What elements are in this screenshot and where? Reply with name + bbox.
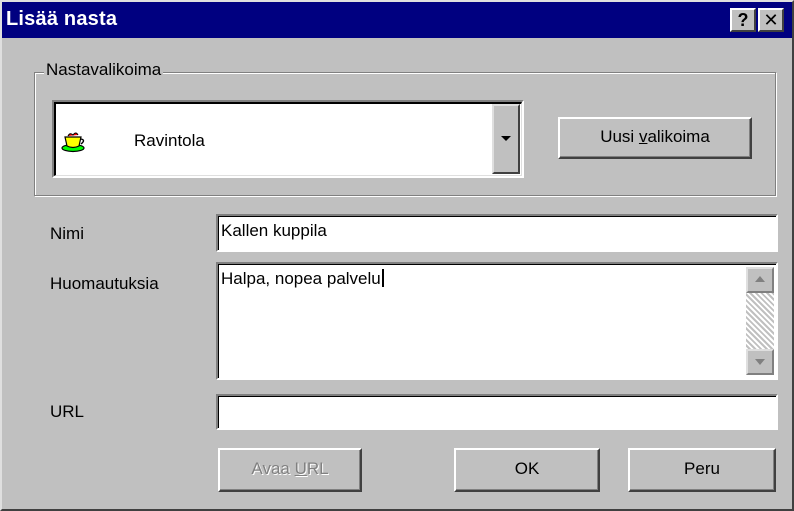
cancel-button[interactable]: Peru xyxy=(628,448,776,492)
close-icon: ✕ xyxy=(763,10,779,30)
category-value: Ravintola xyxy=(134,131,205,150)
notes-scrollbar[interactable] xyxy=(746,267,774,375)
notes-value: Halpa, nopea palvelu xyxy=(221,269,381,288)
arrow-down-icon xyxy=(755,359,765,365)
title-bar[interactable]: Lisää nasta ? ✕ xyxy=(2,2,792,38)
url-label: URL xyxy=(50,402,85,421)
notes-label: Huomautuksia xyxy=(50,274,159,293)
category-dropdown[interactable] xyxy=(52,100,524,178)
name-label: Nimi xyxy=(50,224,84,243)
restaurant-cup-icon xyxy=(61,132,85,153)
close-button[interactable]: ✕ xyxy=(758,8,784,32)
ok-button[interactable]: OK xyxy=(454,448,600,492)
scroll-down-button[interactable] xyxy=(746,349,774,375)
name-value: Kallen kuppila xyxy=(221,221,327,240)
pin-set-group-label: Nastavalikoima xyxy=(44,60,164,80)
name-field[interactable]: Kallen kuppila xyxy=(216,214,778,252)
help-icon: ? xyxy=(737,10,749,30)
scroll-up-button[interactable] xyxy=(746,267,774,293)
help-button[interactable]: ? xyxy=(730,8,756,32)
url-field[interactable] xyxy=(216,394,778,430)
arrow-up-icon xyxy=(755,276,765,282)
text-caret xyxy=(381,269,384,287)
add-pin-dialog: Lisää nasta ? ✕ Nastavalikoima Ravintola… xyxy=(0,0,794,511)
open-url-button[interactable]: Avaa URL xyxy=(218,448,362,492)
dialog-title: Lisää nasta xyxy=(6,8,118,30)
dropdown-arrow-button[interactable] xyxy=(492,104,520,174)
chevron-down-icon xyxy=(501,136,511,141)
notes-textarea[interactable]: Halpa, nopea palvelu xyxy=(216,262,778,380)
new-set-button[interactable]: Uusi valikoima xyxy=(558,117,752,159)
